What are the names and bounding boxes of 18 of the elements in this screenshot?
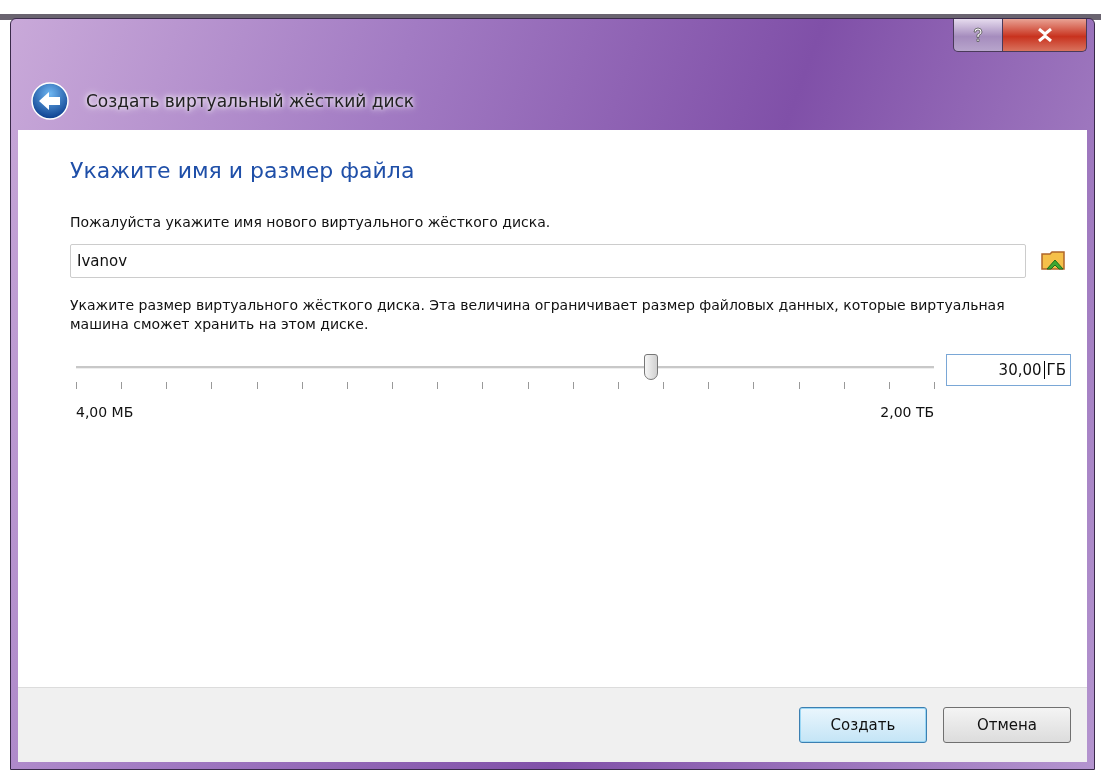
folder-icon [1040,249,1068,273]
choose-file-button[interactable] [1040,249,1068,273]
name-prompt: Пожалуйста укажите имя нового виртуального жёсткого диска. [70,213,552,232]
dialog-button[interactable]: Создать [799,707,927,743]
help-button[interactable] [953,19,1003,52]
close-button[interactable] [1003,19,1087,52]
size-slider[interactable] [76,354,935,382]
size-prompt: Укажите размер виртуального жёсткого диска. Эта величина ограничивает размер файловых данных, которые виртуальная машина сможет хранить на этом диске. [70,296,1006,334]
window-title: Создать виртуальный жёсткий диск [86,91,415,111]
max-size-label: 2,00 ТБ [880,404,935,420]
close-icon [1036,28,1053,42]
size-input-field[interactable]: 30,00 ГБ [946,354,1071,386]
min-size-label: 4,00 МБ [76,404,134,420]
help-icon [971,27,985,43]
dialog-button[interactable]: Отмена [943,707,1071,743]
page-heading: Укажите имя и размер файла [70,158,416,183]
back-button[interactable] [30,81,70,121]
name-input-field[interactable]: Ivanov [70,244,1026,278]
